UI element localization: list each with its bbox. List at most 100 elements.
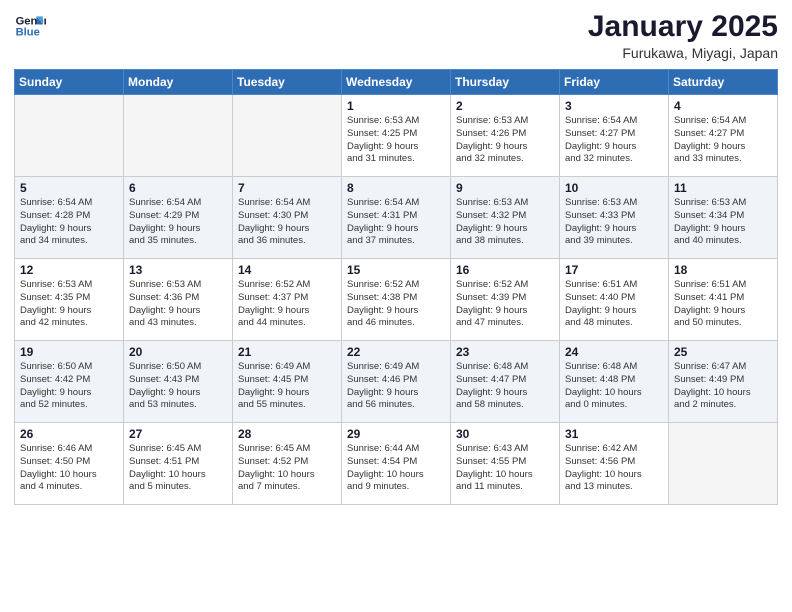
day-number: 27 (129, 427, 227, 441)
page: General Blue January 2025 Furukawa, Miya… (0, 0, 792, 612)
day-number: 24 (565, 345, 663, 359)
title-block: January 2025 Furukawa, Miyagi, Japan (588, 10, 778, 61)
table-row: 21 Sunrise: 6:49 AM Sunset: 4:45 PM Dayli… (233, 341, 342, 423)
day-number: 23 (456, 345, 554, 359)
day-number: 17 (565, 263, 663, 277)
col-sunday: Sunday (15, 70, 124, 95)
day-number: 10 (565, 181, 663, 195)
day-info: Sunrise: 6:52 AM Sunset: 4:39 PM Dayligh… (456, 279, 554, 330)
day-number: 19 (20, 345, 118, 359)
table-row (233, 95, 342, 177)
day-info: Sunrise: 6:53 AM Sunset: 4:25 PM Dayligh… (347, 115, 445, 166)
table-row: 13 Sunrise: 6:53 AM Sunset: 4:36 PM Dayli… (124, 259, 233, 341)
day-info: Sunrise: 6:45 AM Sunset: 4:52 PM Dayligh… (238, 443, 336, 494)
day-number: 5 (20, 181, 118, 195)
header: General Blue January 2025 Furukawa, Miya… (14, 10, 778, 61)
day-info: Sunrise: 6:52 AM Sunset: 4:37 PM Dayligh… (238, 279, 336, 330)
day-number: 9 (456, 181, 554, 195)
calendar-week-row: 12 Sunrise: 6:53 AM Sunset: 4:35 PM Dayli… (15, 259, 778, 341)
day-info: Sunrise: 6:53 AM Sunset: 4:36 PM Dayligh… (129, 279, 227, 330)
table-row: 23 Sunrise: 6:48 AM Sunset: 4:47 PM Dayli… (451, 341, 560, 423)
table-row: 12 Sunrise: 6:53 AM Sunset: 4:35 PM Dayli… (15, 259, 124, 341)
day-info: Sunrise: 6:48 AM Sunset: 4:48 PM Dayligh… (565, 361, 663, 412)
day-info: Sunrise: 6:46 AM Sunset: 4:50 PM Dayligh… (20, 443, 118, 494)
table-row: 1 Sunrise: 6:53 AM Sunset: 4:25 PM Daylig… (342, 95, 451, 177)
calendar-table: Sunday Monday Tuesday Wednesday Thursday… (14, 69, 778, 505)
day-number: 1 (347, 99, 445, 113)
day-number: 29 (347, 427, 445, 441)
day-info: Sunrise: 6:44 AM Sunset: 4:54 PM Dayligh… (347, 443, 445, 494)
table-row: 22Sunrise: 6:49 AM Sunset: 4:46 PM Dayli… (342, 341, 451, 423)
table-row: 11Sunrise: 6:53 AM Sunset: 4:34 PM Dayli… (669, 177, 778, 259)
calendar-week-row: 5Sunrise: 6:54 AM Sunset: 4:28 PM Daylig… (15, 177, 778, 259)
day-info: Sunrise: 6:47 AM Sunset: 4:49 PM Dayligh… (674, 361, 772, 412)
calendar-header-row: Sunday Monday Tuesday Wednesday Thursday… (15, 70, 778, 95)
day-info: Sunrise: 6:54 AM Sunset: 4:31 PM Dayligh… (347, 197, 445, 248)
day-info: Sunrise: 6:48 AM Sunset: 4:47 PM Dayligh… (456, 361, 554, 412)
table-row: 7Sunrise: 6:54 AM Sunset: 4:30 PM Daylig… (233, 177, 342, 259)
day-info: Sunrise: 6:53 AM Sunset: 4:32 PM Dayligh… (456, 197, 554, 248)
day-number: 8 (347, 181, 445, 195)
table-row: 8 Sunrise: 6:54 AM Sunset: 4:31 PM Daylig… (342, 177, 451, 259)
day-number: 14 (238, 263, 336, 277)
table-row: 31 Sunrise: 6:42 AM Sunset: 4:56 PM Dayli… (560, 423, 669, 505)
table-row: 25 Sunrise: 6:47 AM Sunset: 4:49 PM Dayli… (669, 341, 778, 423)
day-info: Sunrise: 6:54 AM Sunset: 4:29 PM Dayligh… (129, 197, 227, 248)
table-row: 20Sunrise: 6:50 AM Sunset: 4:43 PM Dayli… (124, 341, 233, 423)
day-number: 4 (674, 99, 772, 113)
day-number: 30 (456, 427, 554, 441)
day-number: 13 (129, 263, 227, 277)
calendar-week-row: 1 Sunrise: 6:53 AM Sunset: 4:25 PM Daylig… (15, 95, 778, 177)
day-number: 12 (20, 263, 118, 277)
table-row: 27 Sunrise: 6:45 AM Sunset: 4:51 PM Dayli… (124, 423, 233, 505)
svg-text:Blue: Blue (16, 27, 40, 39)
table-row: 26 Sunrise: 6:46 AM Sunset: 4:50 PM Dayli… (15, 423, 124, 505)
table-row: 3Sunrise: 6:54 AM Sunset: 4:27 PM Daylig… (560, 95, 669, 177)
col-saturday: Saturday (669, 70, 778, 95)
col-wednesday: Wednesday (342, 70, 451, 95)
table-row: 15Sunrise: 6:52 AM Sunset: 4:38 PM Dayli… (342, 259, 451, 341)
table-row (669, 423, 778, 505)
day-info: Sunrise: 6:51 AM Sunset: 4:41 PM Dayligh… (674, 279, 772, 330)
table-row: 14 Sunrise: 6:52 AM Sunset: 4:37 PM Dayli… (233, 259, 342, 341)
table-row: 6 Sunrise: 6:54 AM Sunset: 4:29 PM Daylig… (124, 177, 233, 259)
day-number: 21 (238, 345, 336, 359)
day-number: 20 (129, 345, 227, 359)
table-row: 2Sunrise: 6:53 AM Sunset: 4:26 PM Daylig… (451, 95, 560, 177)
col-tuesday: Tuesday (233, 70, 342, 95)
logo-icon: General Blue (14, 10, 46, 42)
table-row: 17 Sunrise: 6:51 AM Sunset: 4:40 PM Dayli… (560, 259, 669, 341)
day-number: 2 (456, 99, 554, 113)
day-info: Sunrise: 6:53 AM Sunset: 4:33 PM Dayligh… (565, 197, 663, 248)
day-number: 18 (674, 263, 772, 277)
day-info: Sunrise: 6:50 AM Sunset: 4:42 PM Dayligh… (20, 361, 118, 412)
day-info: Sunrise: 6:45 AM Sunset: 4:51 PM Dayligh… (129, 443, 227, 494)
location: Furukawa, Miyagi, Japan (588, 45, 778, 61)
day-number: 26 (20, 427, 118, 441)
day-info: Sunrise: 6:54 AM Sunset: 4:30 PM Dayligh… (238, 197, 336, 248)
day-info: Sunrise: 6:51 AM Sunset: 4:40 PM Dayligh… (565, 279, 663, 330)
day-info: Sunrise: 6:54 AM Sunset: 4:27 PM Dayligh… (674, 115, 772, 166)
day-info: Sunrise: 6:43 AM Sunset: 4:55 PM Dayligh… (456, 443, 554, 494)
day-number: 25 (674, 345, 772, 359)
day-info: Sunrise: 6:53 AM Sunset: 4:34 PM Dayligh… (674, 197, 772, 248)
month-title: January 2025 (588, 10, 778, 43)
table-row: 16 Sunrise: 6:52 AM Sunset: 4:39 PM Dayli… (451, 259, 560, 341)
day-info: Sunrise: 6:49 AM Sunset: 4:45 PM Dayligh… (238, 361, 336, 412)
calendar-week-row: 26 Sunrise: 6:46 AM Sunset: 4:50 PM Dayli… (15, 423, 778, 505)
day-info: Sunrise: 6:54 AM Sunset: 4:27 PM Dayligh… (565, 115, 663, 166)
day-number: 31 (565, 427, 663, 441)
day-info: Sunrise: 6:42 AM Sunset: 4:56 PM Dayligh… (565, 443, 663, 494)
table-row: 9 Sunrise: 6:53 AM Sunset: 4:32 PM Daylig… (451, 177, 560, 259)
day-info: Sunrise: 6:53 AM Sunset: 4:35 PM Dayligh… (20, 279, 118, 330)
day-info: Sunrise: 6:49 AM Sunset: 4:46 PM Dayligh… (347, 361, 445, 412)
day-number: 6 (129, 181, 227, 195)
col-thursday: Thursday (451, 70, 560, 95)
table-row: 4 Sunrise: 6:54 AM Sunset: 4:27 PM Daylig… (669, 95, 778, 177)
day-number: 16 (456, 263, 554, 277)
table-row: 19 Sunrise: 6:50 AM Sunset: 4:42 PM Dayli… (15, 341, 124, 423)
day-info: Sunrise: 6:52 AM Sunset: 4:38 PM Dayligh… (347, 279, 445, 330)
table-row: 29 Sunrise: 6:44 AM Sunset: 4:54 PM Dayli… (342, 423, 451, 505)
table-row: 30 Sunrise: 6:43 AM Sunset: 4:55 PM Dayli… (451, 423, 560, 505)
table-row: 5Sunrise: 6:54 AM Sunset: 4:28 PM Daylig… (15, 177, 124, 259)
